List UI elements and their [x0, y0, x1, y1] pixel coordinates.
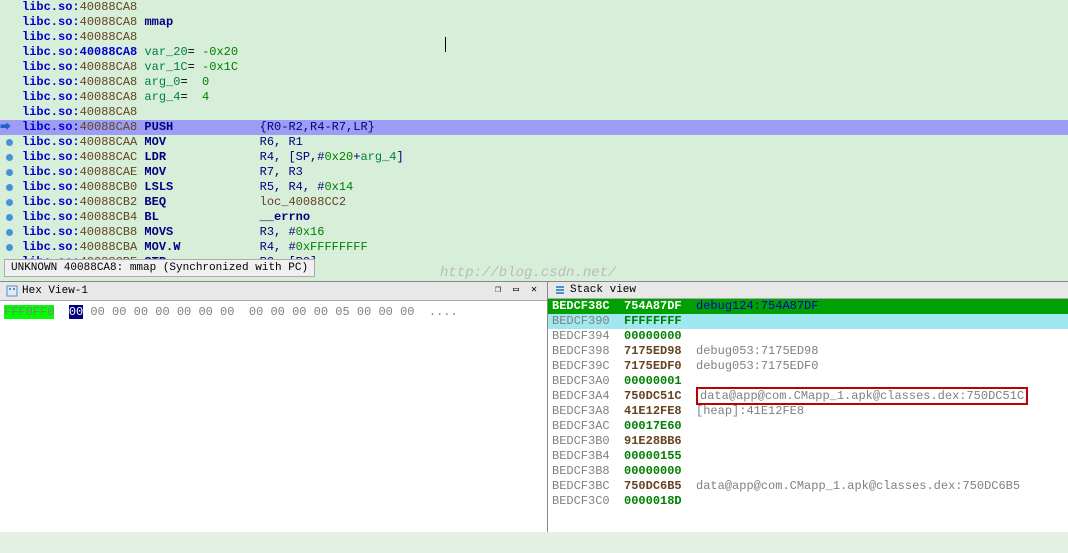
- disasm-line[interactable]: libc.so:40088CAE MOV R7, R3: [0, 165, 1068, 180]
- disasm-line[interactable]: libc.so:40088CB0 LSLS R5, R4, #0x14: [0, 180, 1068, 195]
- disasm-line[interactable]: libc.so:40088CA8 arg_0= 0: [0, 75, 1068, 90]
- stack-row[interactable]: BEDCF394 00000000: [548, 329, 1068, 344]
- disasm-line[interactable]: ⮕libc.so:40088CA8 PUSH {R0-R2,R4-R7,LR}: [0, 120, 1068, 135]
- stack-row[interactable]: BEDCF398 7175ED98 debug053:7175ED98: [548, 344, 1068, 359]
- breakpoint-dot-icon[interactable]: [6, 139, 13, 146]
- disassembly-panel[interactable]: libc.so:40088CA8 libc.so:40088CA8 mmap l…: [0, 0, 1068, 282]
- disasm-line[interactable]: libc.so:40088CA8 arg_4= 4: [0, 90, 1068, 105]
- hex-ascii: ....: [429, 305, 458, 319]
- restore-button[interactable]: ❐: [491, 284, 505, 298]
- hex-content[interactable]: FFF0FF0 00 00 00 00 00 00 00 00 00 00 00…: [0, 301, 547, 323]
- breakpoint-dot-icon[interactable]: [6, 199, 13, 206]
- breakpoint-dot-icon[interactable]: [6, 184, 13, 191]
- breakpoint-dot-icon[interactable]: [6, 214, 13, 221]
- breakpoint-dot-icon[interactable]: [6, 244, 13, 251]
- stack-panel-header: Stack view: [548, 282, 1068, 299]
- breakpoint-dot-icon[interactable]: [6, 154, 13, 161]
- hex-panel-header: Hex View-1 ❐ ▭ ✕: [0, 282, 547, 301]
- stack-row[interactable]: BEDCF3C0 0000018D: [548, 494, 1068, 509]
- hex-bytes[interactable]: 00 00 00 00 00 00 00 00 00 00 00 05 00 0…: [83, 305, 429, 319]
- disasm-line[interactable]: libc.so:40088CB4 BL __errno: [0, 210, 1068, 225]
- hex-selected-byte[interactable]: 00: [69, 305, 83, 319]
- stack-icon: [554, 284, 566, 296]
- stack-row[interactable]: BEDCF390 FFFFFFFF: [548, 314, 1068, 329]
- breakpoint-dot-icon[interactable]: [6, 169, 13, 176]
- disasm-line[interactable]: libc.so:40088CBA MOV.W R4, #0xFFFFFFFF: [0, 240, 1068, 255]
- hex-view-panel[interactable]: Hex View-1 ❐ ▭ ✕ FFF0FF0 00 00 00 00 00 …: [0, 282, 548, 532]
- disasm-line[interactable]: libc.so:40088CA8 mmap: [0, 15, 1068, 30]
- disasm-line[interactable]: libc.so:40088CA8: [0, 30, 1068, 45]
- disasm-line[interactable]: libc.so:40088CAC LDR R4, [SP,#0x20+arg_4…: [0, 150, 1068, 165]
- status-bar: UNKNOWN 40088CA8: mmap (Synchronized wit…: [4, 259, 315, 277]
- stack-row[interactable]: BEDCF3A4 750DC51C data@app@com.CMapp_1.a…: [548, 389, 1068, 404]
- stack-row[interactable]: BEDCF3B8 00000000: [548, 464, 1068, 479]
- stack-row[interactable]: BEDCF3AC 00017E60: [548, 419, 1068, 434]
- breakpoint-dot-icon[interactable]: [6, 229, 13, 236]
- disasm-line[interactable]: libc.so:40088CAA MOV R6, R1: [0, 135, 1068, 150]
- stack-view-panel[interactable]: Stack view BEDCF38C 754A87DF debug124:75…: [548, 282, 1068, 532]
- ip-arrow-icon: ⮕: [0, 121, 11, 136]
- disasm-line[interactable]: libc.so:40088CB2 BEQ loc_40088CC2: [0, 195, 1068, 210]
- stack-row[interactable]: BEDCF3B0 91E28BB6: [548, 434, 1068, 449]
- disasm-line[interactable]: libc.so:40088CA8 var_20= -0x20: [0, 45, 1068, 60]
- hex-address: FFF0FF0: [4, 305, 54, 319]
- stack-row[interactable]: BEDCF3A8 41E12FE8 [heap]:41E12FE8: [548, 404, 1068, 419]
- disasm-line[interactable]: libc.so:40088CA8: [0, 0, 1068, 15]
- stack-row[interactable]: BEDCF39C 7175EDF0 debug053:7175EDF0: [548, 359, 1068, 374]
- hex-icon: [6, 285, 18, 297]
- stack-content[interactable]: BEDCF38C 754A87DF debug124:754A87DFBEDCF…: [548, 299, 1068, 509]
- stack-row[interactable]: BEDCF38C 754A87DF debug124:754A87DF: [548, 299, 1068, 314]
- bottom-panels: Hex View-1 ❐ ▭ ✕ FFF0FF0 00 00 00 00 00 …: [0, 282, 1068, 532]
- minimize-button[interactable]: ▭: [509, 284, 523, 298]
- stack-panel-title: Stack view: [570, 284, 636, 296]
- disasm-line[interactable]: libc.so:40088CA8: [0, 105, 1068, 120]
- stack-row[interactable]: BEDCF3B4 00000155: [548, 449, 1068, 464]
- disasm-line[interactable]: libc.so:40088CA8 var_1C= -0x1C: [0, 60, 1068, 75]
- disasm-line[interactable]: libc.so:40088CB8 MOVS R3, #0x16: [0, 225, 1068, 240]
- hex-panel-title: Hex View-1: [22, 285, 88, 297]
- close-button[interactable]: ✕: [527, 284, 541, 298]
- stack-row[interactable]: BEDCF3BC 750DC6B5 data@app@com.CMapp_1.a…: [548, 479, 1068, 494]
- highlighted-stack-desc: data@app@com.CMapp_1.apk@classes.dex:750…: [696, 387, 1028, 405]
